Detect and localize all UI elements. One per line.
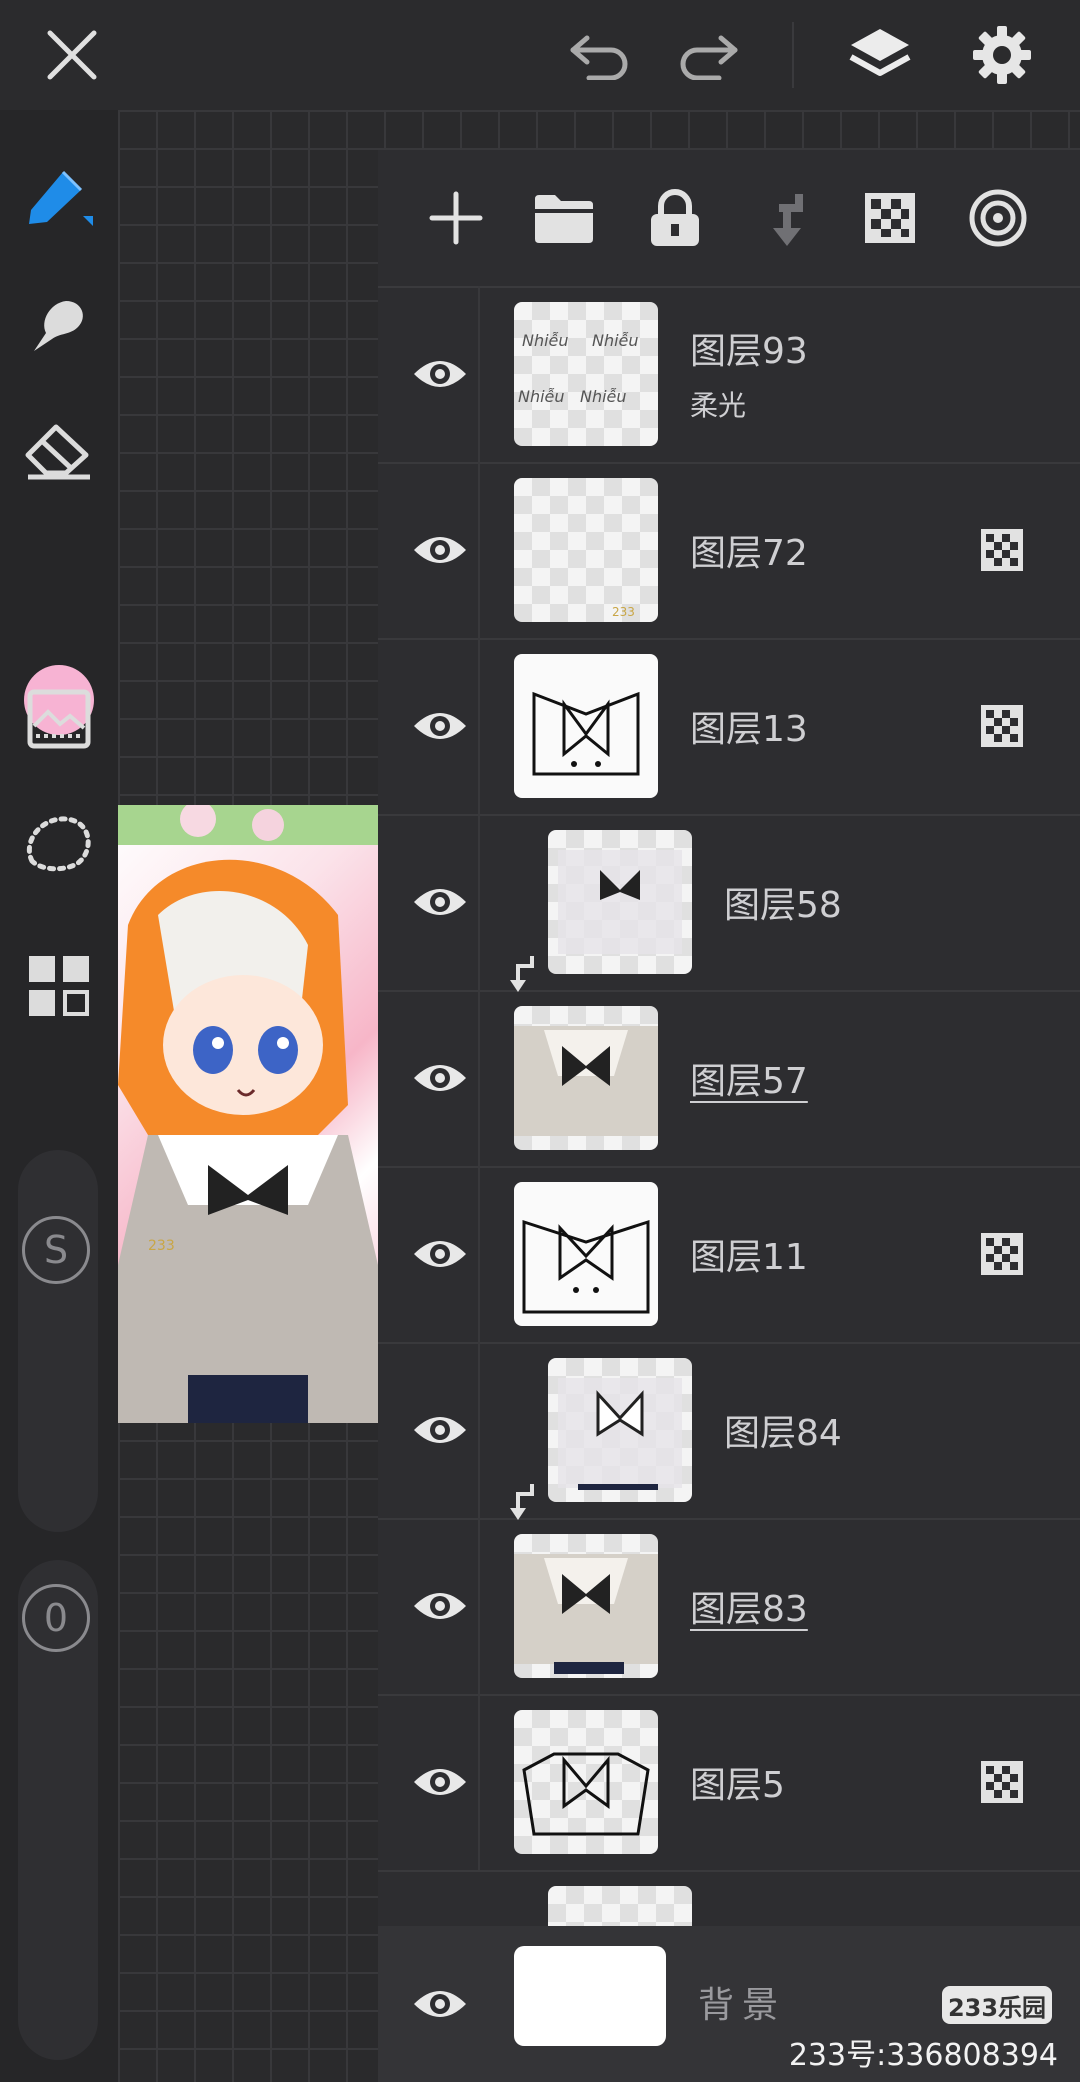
watermark-text: 233号:336808394 [788,2038,1058,2073]
svg-text:Nhiễu: Nhiễu [518,387,565,406]
alpha-lock-badge-icon[interactable] [980,1760,1024,1804]
layer-name: 图层11 [690,1237,808,1278]
layer-row[interactable]: 图层84 [378,1342,1080,1520]
layer-thumbnail[interactable] [514,654,658,798]
clip-arrow-icon [506,1482,536,1522]
visibility-eye-icon[interactable] [400,686,480,766]
layer-thumbnail[interactable] [514,1710,658,1854]
redo-icon[interactable] [668,15,748,95]
lock-icon[interactable] [635,178,715,258]
visibility-eye-icon[interactable] [400,1390,480,1470]
layer-thumbnail[interactable]: 233 [514,478,658,622]
background-label: 背景 [698,1985,787,2026]
visibility-eye-icon[interactable] [400,1038,480,1118]
clip-down-icon[interactable] [744,178,824,258]
undo-icon[interactable] [560,15,640,95]
layers-toolbar [378,150,1080,288]
brush-icon[interactable] [18,155,100,237]
grid-icon[interactable] [18,945,100,1027]
layer-row[interactable]: 图层83 [378,1518,1080,1696]
opacity-knob[interactable]: 0 [22,1584,90,1652]
close-icon[interactable] [32,15,112,95]
add-layer-icon[interactable] [416,178,496,258]
topbar-divider [792,22,794,88]
layer-thumbnail[interactable] [514,1182,658,1326]
layer-blend-mode: 柔光 [690,389,747,422]
layer-thumbnail[interactable] [548,1358,692,1502]
layer-row[interactable]: 233 图层72 [378,462,1080,640]
eraser-icon[interactable] [18,410,100,492]
svg-text:233: 233 [612,605,635,619]
svg-text:Nhiễu: Nhiễu [522,331,569,350]
svg-text:233: 233 [148,1238,175,1254]
visibility-eye-icon[interactable] [400,510,480,590]
background-thumbnail[interactable] [514,1946,666,2046]
alpha-lock-badge-icon[interactable] [980,704,1024,748]
alpha-lock-badge-icon[interactable] [980,528,1024,572]
visibility-eye-icon[interactable] [400,334,480,414]
artwork-preview: 233 [118,805,378,1423]
layer-name: 图层84 [724,1413,842,1454]
left-toolbar: S 0 [0,110,118,2082]
lasso-icon[interactable] [18,803,100,885]
adjustment-icon[interactable] [18,678,100,760]
visibility-eye-icon[interactable] [400,1964,480,2044]
smudge-icon[interactable] [18,285,100,367]
alpha-lock-icon[interactable] [850,178,930,258]
layer-thumbnail[interactable]: Nhiễu Nhiễu Nhiễu Nhiễu [514,302,658,446]
visibility-eye-icon[interactable] [400,1742,480,1822]
brush-size-slider[interactable] [18,1150,98,1532]
visibility-eye-icon[interactable] [400,1214,480,1294]
layer-name: 图层5 [690,1765,785,1806]
layer-thumbnail[interactable] [548,1886,692,1926]
svg-text:Nhiễu: Nhiễu [580,387,627,406]
layer-thumbnail[interactable] [514,1006,658,1150]
svg-text:Nhiễu: Nhiễu [592,331,639,350]
layer-row[interactable]: Nhiễu Nhiễu Nhiễu Nhiễu 图层93 柔光 [378,286,1080,464]
top-bar [0,0,1080,110]
layer-name: 图层57 [690,1061,808,1102]
alpha-lock-badge-icon[interactable] [980,1232,1024,1276]
layer-name: 图层93 [690,331,808,372]
layer-name: 图层13 [690,709,808,750]
layers-icon[interactable] [840,15,920,95]
layer-name: 图层83 [690,1589,808,1630]
layer-row[interactable]: 图层58 [378,814,1080,992]
visibility-eye-icon[interactable] [400,1566,480,1646]
clip-arrow-icon [506,954,536,994]
layer-row[interactable]: 图层57 [378,990,1080,1168]
blend-target-icon[interactable] [958,178,1038,258]
layer-row[interactable]: 图层11 [378,1166,1080,1344]
layer-thumbnail[interactable] [514,1534,658,1678]
folder-icon[interactable] [524,178,604,258]
layer-name: 图层58 [724,885,842,926]
layer-name: 图层72 [690,533,808,574]
layers-panel: Nhiễu Nhiễu Nhiễu Nhiễu 图层93 柔光 233 图层72 图层… [378,150,1080,2082]
visibility-eye-icon[interactable] [400,862,480,942]
layer-row[interactable]: 图层5 [378,1694,1080,1872]
watermark-logo: 233乐园 [942,1986,1052,2024]
brush-size-knob[interactable]: S [22,1216,90,1284]
settings-icon[interactable] [962,15,1042,95]
layer-row[interactable]: 图层13 [378,638,1080,816]
layer-thumbnail[interactable] [548,830,692,974]
